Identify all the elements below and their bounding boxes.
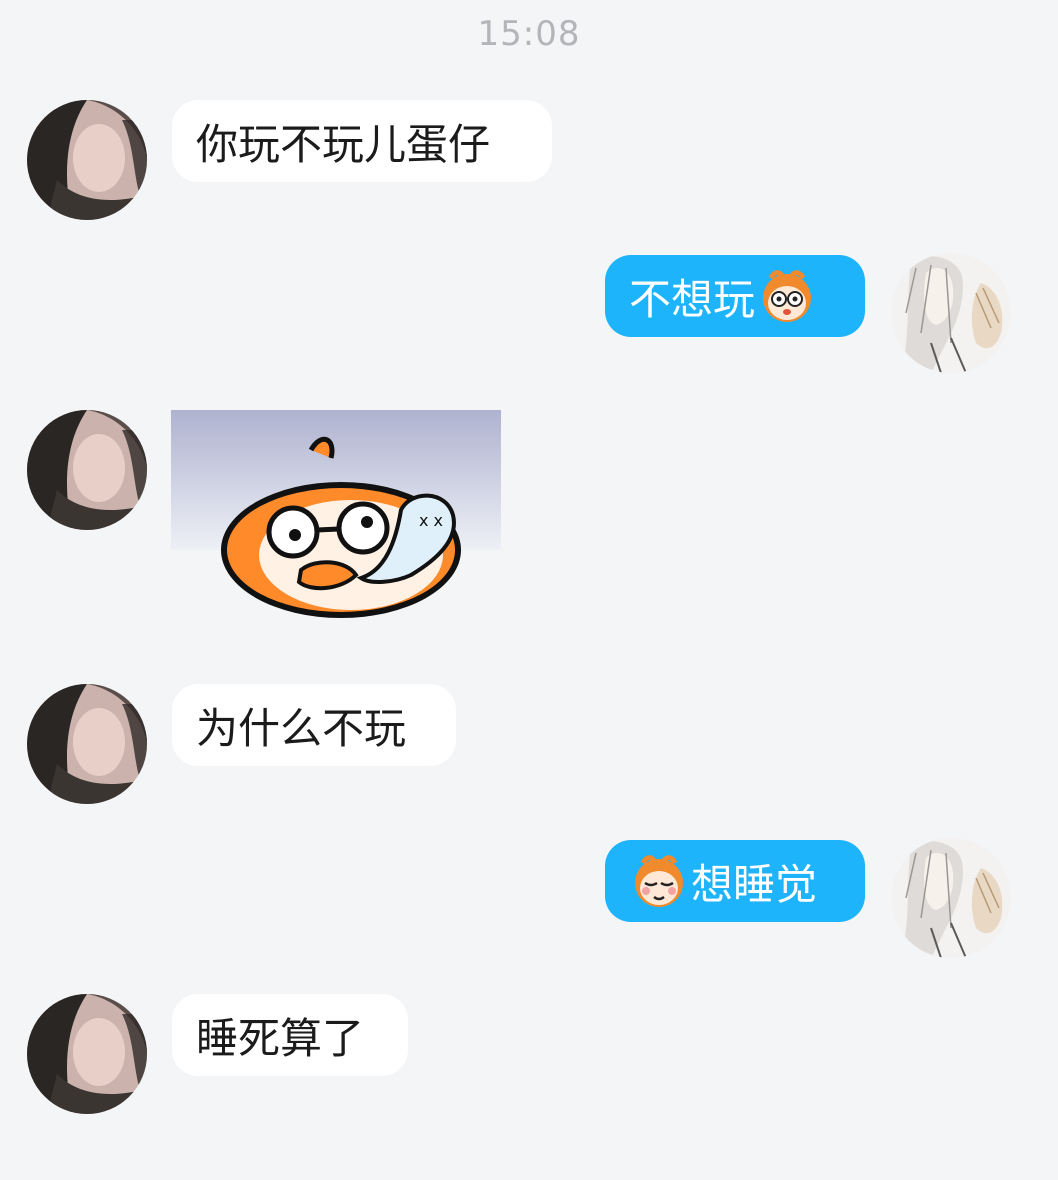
sketch-avatar-image bbox=[891, 838, 1011, 958]
message-text: 不想玩 bbox=[629, 274, 756, 324]
message-text: 想睡觉 bbox=[691, 859, 818, 909]
monkey-glasses-emoji bbox=[763, 270, 812, 322]
message-bubble-outgoing[interactable]: 不想玩 bbox=[605, 255, 865, 337]
sticker-message[interactable]: x x bbox=[171, 410, 501, 620]
monkey-sleepy-emoji bbox=[635, 855, 683, 907]
message-text: 为什么不玩 bbox=[196, 703, 407, 753]
contact-avatar[interactable] bbox=[27, 100, 147, 220]
eggy-party-dizzy-sticker: x x bbox=[171, 410, 501, 620]
girl-avatar-image bbox=[27, 684, 147, 804]
girl-avatar-image bbox=[27, 410, 147, 530]
message-bubble-incoming[interactable]: 睡死算了 bbox=[172, 994, 408, 1076]
contact-avatar[interactable] bbox=[27, 994, 147, 1114]
message-bubble-incoming[interactable]: 你玩不玩儿蛋仔 bbox=[172, 100, 552, 182]
sketch-avatar-image bbox=[891, 253, 1011, 373]
contact-avatar[interactable] bbox=[27, 684, 147, 804]
my-avatar[interactable] bbox=[891, 253, 1011, 373]
message-bubble-incoming[interactable]: 为什么不玩 bbox=[172, 684, 456, 766]
svg-text:x x: x x bbox=[419, 511, 443, 530]
message-bubble-outgoing[interactable]: 想睡觉 bbox=[605, 840, 865, 922]
girl-avatar-image bbox=[27, 994, 147, 1114]
contact-avatar[interactable] bbox=[27, 410, 147, 530]
my-avatar[interactable] bbox=[891, 838, 1011, 958]
message-text: 睡死算了 bbox=[196, 1013, 365, 1063]
message-timestamp: 15:08 bbox=[477, 14, 581, 54]
message-text: 你玩不玩儿蛋仔 bbox=[196, 119, 491, 169]
girl-avatar-image bbox=[27, 100, 147, 220]
